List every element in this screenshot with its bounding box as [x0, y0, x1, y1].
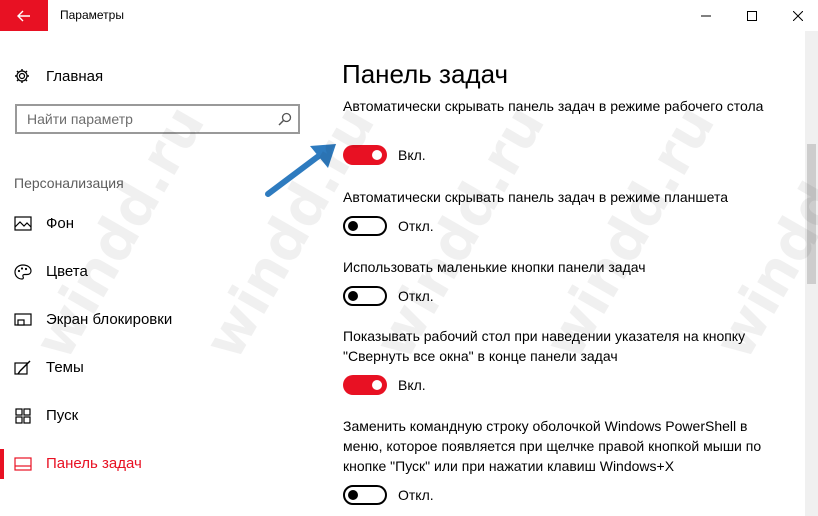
toggle-knob	[348, 490, 358, 500]
setting-label: Использовать маленькие кнопки панели зад…	[343, 259, 646, 275]
page-title: Панель задач	[342, 59, 509, 89]
setting-toggle-row: Откл.	[343, 286, 434, 306]
minimize-button[interactable]	[683, 0, 729, 31]
setting-label: Заменить командную строку оболочкой Wind…	[343, 418, 762, 474]
sidebar-item-label: Экран блокировки	[46, 311, 173, 328]
search-input[interactable]	[17, 106, 287, 132]
sidebar: Главная Персонализация Фон Цвета Экран б…	[0, 31, 318, 516]
maximize-button[interactable]	[729, 0, 775, 31]
sidebar-item-label: Темы	[46, 359, 84, 376]
annotation-arrow-icon	[265, 144, 336, 197]
back-button[interactable]	[0, 0, 48, 31]
title-bar: Параметры	[0, 0, 818, 31]
sidebar-home-label: Главная	[46, 67, 104, 85]
gear-icon	[15, 69, 29, 83]
toggle-switch[interactable]	[343, 145, 387, 165]
toggle-knob	[348, 221, 358, 231]
search-icon[interactable]	[278, 112, 292, 126]
scrollbar[interactable]	[805, 31, 818, 516]
sidebar-item-themes[interactable]: Темы	[0, 351, 318, 385]
sidebar-item-lock-screen[interactable]: Экран блокировки	[0, 303, 318, 337]
sidebar-item-label: Фон	[46, 215, 75, 232]
lock-screen-icon	[14, 313, 32, 326]
palette-icon	[14, 264, 32, 280]
scrollbar-thumb[interactable]	[807, 144, 816, 284]
search-box[interactable]	[15, 104, 300, 134]
section-header: Персонализация	[14, 175, 124, 191]
close-icon	[793, 10, 803, 21]
maximize-icon	[747, 10, 757, 21]
toggle-knob	[372, 150, 382, 160]
sidebar-item-label: Пуск	[46, 407, 79, 424]
toggle-switch[interactable]	[343, 375, 387, 395]
picture-icon	[14, 216, 32, 231]
toggle-switch[interactable]	[343, 216, 387, 236]
sidebar-item-label: Цвета	[46, 263, 88, 280]
toggle-switch[interactable]	[343, 485, 387, 505]
active-indicator	[0, 449, 4, 479]
toggle-knob	[372, 380, 382, 390]
setting-toggle-row: Откл.	[343, 216, 434, 236]
sidebar-item-colors[interactable]: Цвета	[0, 255, 318, 289]
setting-label: Автоматически скрывать панель задач в ре…	[343, 189, 728, 205]
setting-toggle-row: Вкл.	[343, 145, 426, 165]
themes-icon	[14, 360, 31, 375]
setting-toggle-row: Откл.	[343, 485, 434, 505]
start-icon	[15, 408, 31, 424]
sidebar-item-start[interactable]: Пуск	[0, 399, 318, 433]
sidebar-item-taskbar[interactable]: Панель задач	[0, 447, 318, 481]
toggle-state-label: Откл.	[398, 218, 434, 234]
close-button[interactable]	[775, 0, 818, 31]
toggle-knob	[348, 291, 358, 301]
taskbar-icon	[14, 457, 32, 471]
toggle-state-label: Вкл.	[398, 147, 426, 163]
toggle-state-label: Вкл.	[398, 377, 426, 393]
setting-label: Автоматически скрывать панель задач в ре…	[343, 98, 764, 114]
window-title: Параметры	[60, 8, 124, 22]
sidebar-item-background[interactable]: Фон	[0, 207, 318, 241]
setting-toggle-row: Вкл.	[343, 375, 426, 395]
toggle-state-label: Откл.	[398, 288, 434, 304]
main-content: Панель задач Автоматически скрывать пане…	[318, 31, 805, 516]
sidebar-item-label: Панель задач	[46, 455, 142, 472]
toggle-state-label: Откл.	[398, 487, 434, 503]
back-arrow-icon	[17, 10, 30, 21]
setting-label: Показывать рабочий стол при наведении ук…	[343, 328, 746, 364]
minimize-icon	[701, 15, 711, 16]
toggle-switch[interactable]	[343, 286, 387, 306]
sidebar-home[interactable]: Главная	[14, 64, 103, 88]
